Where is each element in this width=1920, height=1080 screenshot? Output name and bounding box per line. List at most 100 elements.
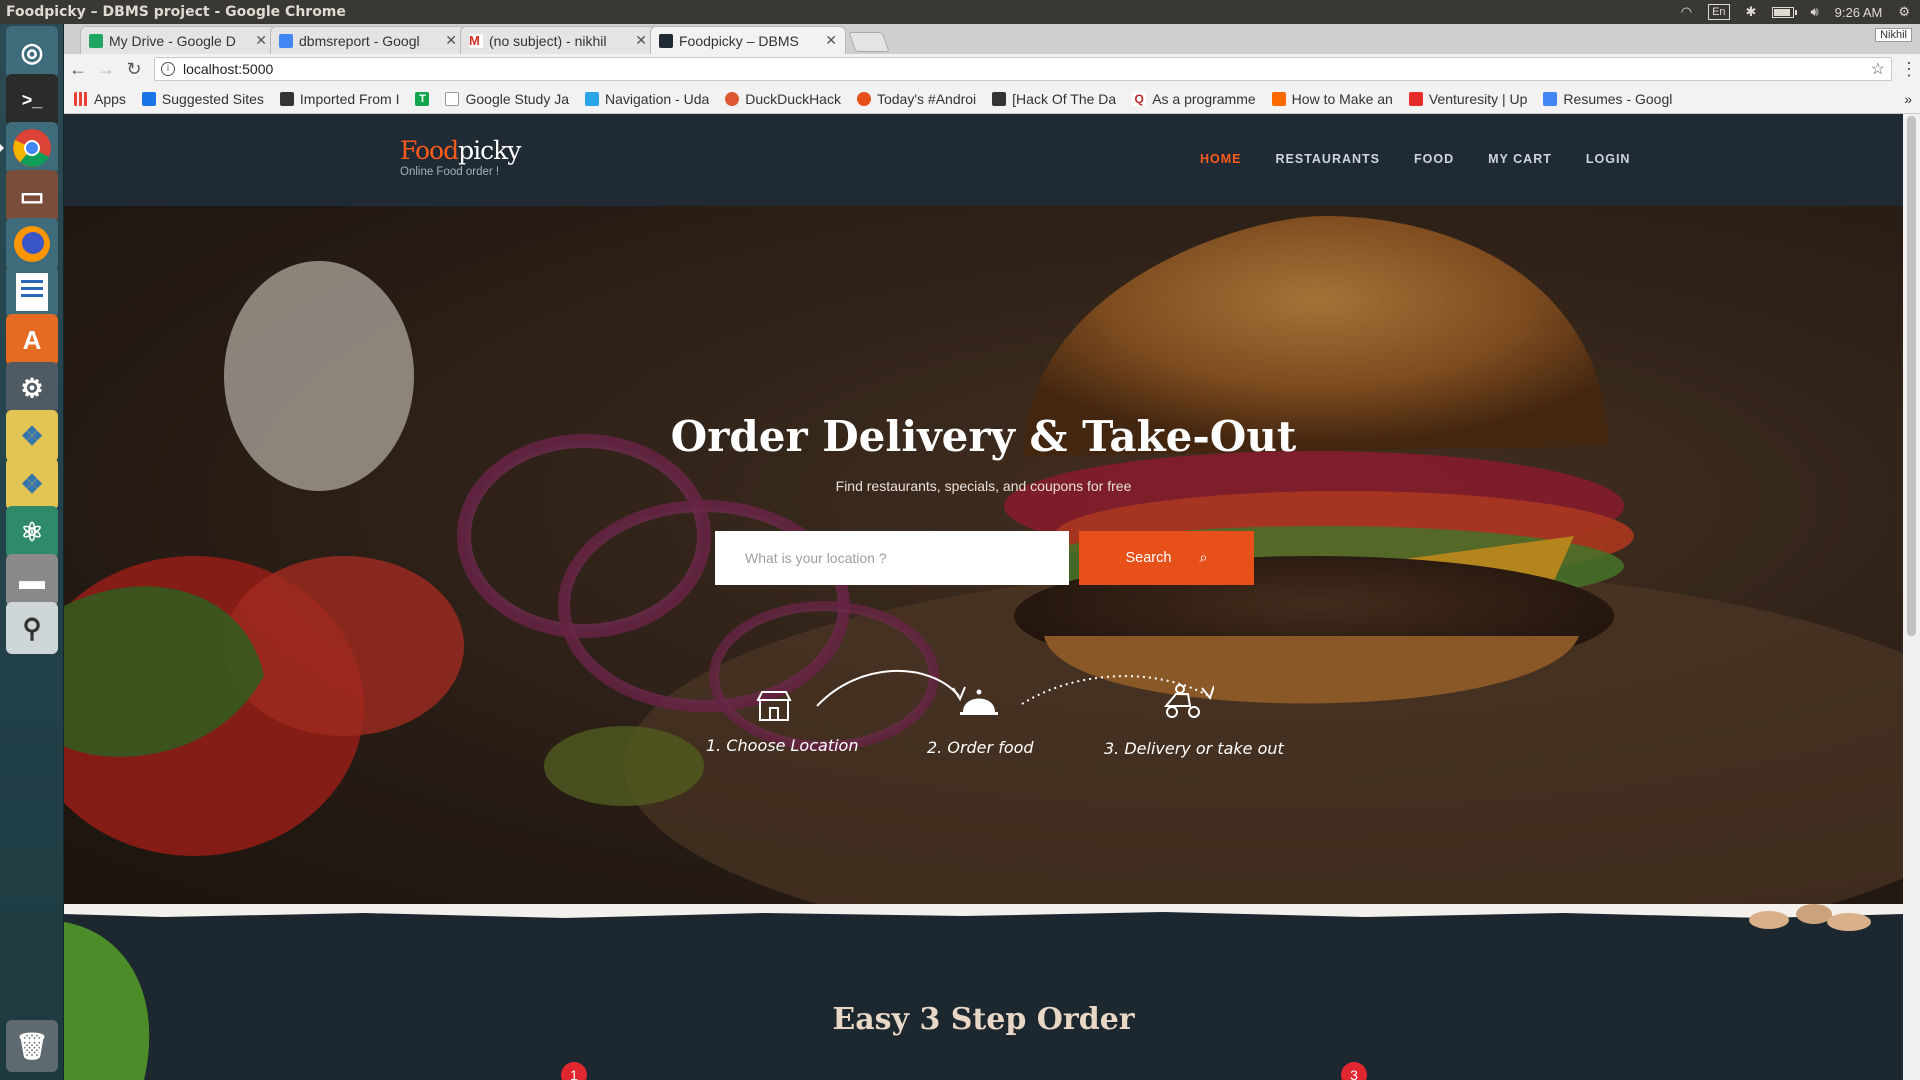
gmail-icon: M <box>469 33 483 48</box>
close-tab-icon[interactable]: ✕ <box>825 32 837 49</box>
bookmark-apps[interactable]: Apps <box>74 91 126 107</box>
bookmark-google-study[interactable]: Google Study Ja <box>445 91 569 107</box>
search-button[interactable]: Search ⌕ <box>1079 531 1254 585</box>
site-header: Foodpicky Online Food order ! HOME RESTA… <box>64 114 1903 206</box>
usb-drive-icon[interactable]: ⚲ <box>6 602 58 654</box>
bluetooth-icon[interactable]: ✱ <box>1746 4 1757 20</box>
os-top-panel: Foodpicky – DBMS project - Google Chrome… <box>0 0 1920 24</box>
search-icon: ⌕ <box>1199 550 1208 566</box>
wifi-icon[interactable]: ◠ <box>1681 4 1692 20</box>
tab-gmail[interactable]: M (no subject) - nikhil ✕ <box>460 26 656 54</box>
apps-grid-icon <box>74 91 88 106</box>
bookmark-duckduckhack[interactable]: DuckDuckHack <box>725 91 841 107</box>
system-tray: ◠ En ✱ 🔊︎ 9:26 AM ⚙ <box>1681 4 1920 20</box>
bookmark-venturesity[interactable]: Venturesity | Up <box>1408 91 1527 107</box>
step-badge-1: 1 <box>561 1062 587 1080</box>
bookmark-udacity[interactable]: Navigation - Uda <box>585 91 709 107</box>
bookmark-suggested-sites[interactable]: Suggested Sites <box>141 91 264 107</box>
nav-restaurants[interactable]: RESTAURANTS <box>1276 152 1381 166</box>
clock[interactable]: 9:26 AM <box>1835 5 1883 20</box>
tab-dbmsreport[interactable]: dbmsreport - Googl ✕ <box>270 26 466 54</box>
atom-icon[interactable]: ⚛ <box>6 506 58 558</box>
tab-foodpicky[interactable]: Foodpicky – DBMS ✕ <box>650 26 846 54</box>
step-1-label: 1. Choose Location <box>706 736 859 755</box>
battery-icon[interactable] <box>1772 6 1798 18</box>
browser-chrome: My Drive - Google D ✕ dbmsreport - Googl… <box>64 24 1920 114</box>
search-button-label: Search <box>1125 550 1172 566</box>
profile-button[interactable]: Nikhil <box>1875 28 1912 42</box>
python-icon-2[interactable]: ❖ <box>6 458 58 510</box>
nav-login[interactable]: LOGIN <box>1586 152 1631 166</box>
close-tab-icon[interactable]: ✕ <box>255 32 267 49</box>
bookmark-quora[interactable]: Q As a programme <box>1132 91 1256 107</box>
location-input[interactable] <box>715 531 1069 585</box>
step-2-label: 2. Order food <box>927 738 1034 757</box>
step-badge-3: 3 <box>1341 1062 1367 1080</box>
torn-paper-edge <box>64 904 1903 918</box>
close-tab-icon[interactable]: ✕ <box>445 32 457 49</box>
close-tab-icon[interactable]: ✕ <box>635 32 647 49</box>
disk-drive-icon[interactable]: ▬ <box>6 554 58 606</box>
udacity-icon <box>585 91 599 106</box>
files-icon[interactable]: ▭ <box>6 170 58 222</box>
bookmark-android[interactable]: Today's #Androi <box>856 91 976 107</box>
bookmark-hack-of-the-day[interactable]: [Hack Of The Da <box>992 91 1116 107</box>
site-tagline: Online Food order ! <box>400 166 500 178</box>
bookmark-star-icon[interactable]: ☆ <box>1871 59 1885 79</box>
info-icon[interactable]: i <box>161 62 175 76</box>
trash-icon[interactable]: 🗑︎ <box>6 1020 58 1072</box>
google-plus-icon <box>856 91 871 106</box>
tab-my-drive[interactable]: My Drive - Google D ✕ <box>80 26 276 54</box>
nav-home[interactable]: HOME <box>1200 152 1242 166</box>
unity-launcher: ◎ >_ ▭ A ⚙ ❖ ❖ ⚛ ▬ ⚲ 🗑︎ <box>0 24 64 1080</box>
back-arrow-icon[interactable]: ← <box>64 59 92 80</box>
step-3-label: 3. Delivery or take out <box>1104 739 1284 758</box>
system-settings-icon[interactable]: ⚙ <box>6 362 58 414</box>
duckduckgo-icon <box>725 91 740 106</box>
reload-icon[interactable]: ↻ <box>120 59 148 80</box>
new-tab-button[interactable] <box>848 32 890 52</box>
terminal-icon[interactable]: >_ <box>6 74 58 126</box>
chrome-icon[interactable] <box>0 122 58 174</box>
bookmark-instructables[interactable]: How to Make an <box>1271 91 1393 107</box>
scrollbar-thumb[interactable] <box>1907 116 1916 636</box>
tab-strip: My Drive - Google D ✕ dbmsreport - Googl… <box>64 24 1920 54</box>
url-text[interactable]: localhost:5000 <box>183 61 273 77</box>
page-icon <box>445 91 460 106</box>
settings-gear-icon[interactable]: ⚙ <box>1898 4 1910 20</box>
keyboard-language[interactable]: En <box>1708 4 1730 20</box>
herb-leaf-decoration <box>64 922 150 1080</box>
browser-menu-icon[interactable]: ⋮ <box>1900 59 1918 80</box>
software-center-icon[interactable]: A <box>6 314 58 366</box>
dash-home-icon[interactable]: ◎ <box>6 26 58 78</box>
how-it-works-section: Easy 3 Step Order 1 3 <box>64 904 1903 1080</box>
instructables-icon <box>1271 91 1286 106</box>
venturesity-icon <box>1408 91 1423 106</box>
folder-icon <box>992 91 1007 106</box>
forward-arrow-icon[interactable]: → <box>92 59 120 80</box>
bookmark-t[interactable]: T <box>415 91 435 106</box>
browser-toolbar: ← → ↻ i localhost:5000 ☆ ⋮ <box>64 54 1920 84</box>
google-drive-icon <box>89 33 103 48</box>
address-bar[interactable]: i localhost:5000 ☆ <box>154 57 1892 81</box>
volume-icon[interactable]: 🔊︎ <box>1810 4 1818 20</box>
bookmark-resumes[interactable]: Resumes - Googl <box>1543 91 1672 107</box>
page-scrollbar[interactable] <box>1903 114 1920 1080</box>
store-icon <box>756 691 792 721</box>
writer-icon[interactable] <box>6 266 58 318</box>
almonds-decoration <box>1749 904 1871 931</box>
folder-icon <box>279 91 294 106</box>
quora-icon: Q <box>1132 91 1147 106</box>
nav-food[interactable]: FOOD <box>1414 152 1454 166</box>
tab-label: Foodpicky – DBMS <box>679 32 799 49</box>
firefox-icon[interactable] <box>6 218 58 270</box>
hero-subtitle: Find restaurants, specials, and coupons … <box>835 478 1132 494</box>
nav-my-cart[interactable]: MY CART <box>1488 152 1552 166</box>
delivery-scooter-icon <box>1163 684 1200 718</box>
tab-label: (no subject) - nikhil <box>489 32 607 49</box>
more-bookmarks-icon[interactable]: » <box>1904 91 1912 107</box>
hero-title: Order Delivery & Take-Out <box>670 412 1297 461</box>
python-icon[interactable]: ❖ <box>6 410 58 462</box>
site-logo[interactable]: Foodpicky <box>400 136 521 165</box>
bookmark-folder-imported[interactable]: Imported From I <box>279 91 399 107</box>
